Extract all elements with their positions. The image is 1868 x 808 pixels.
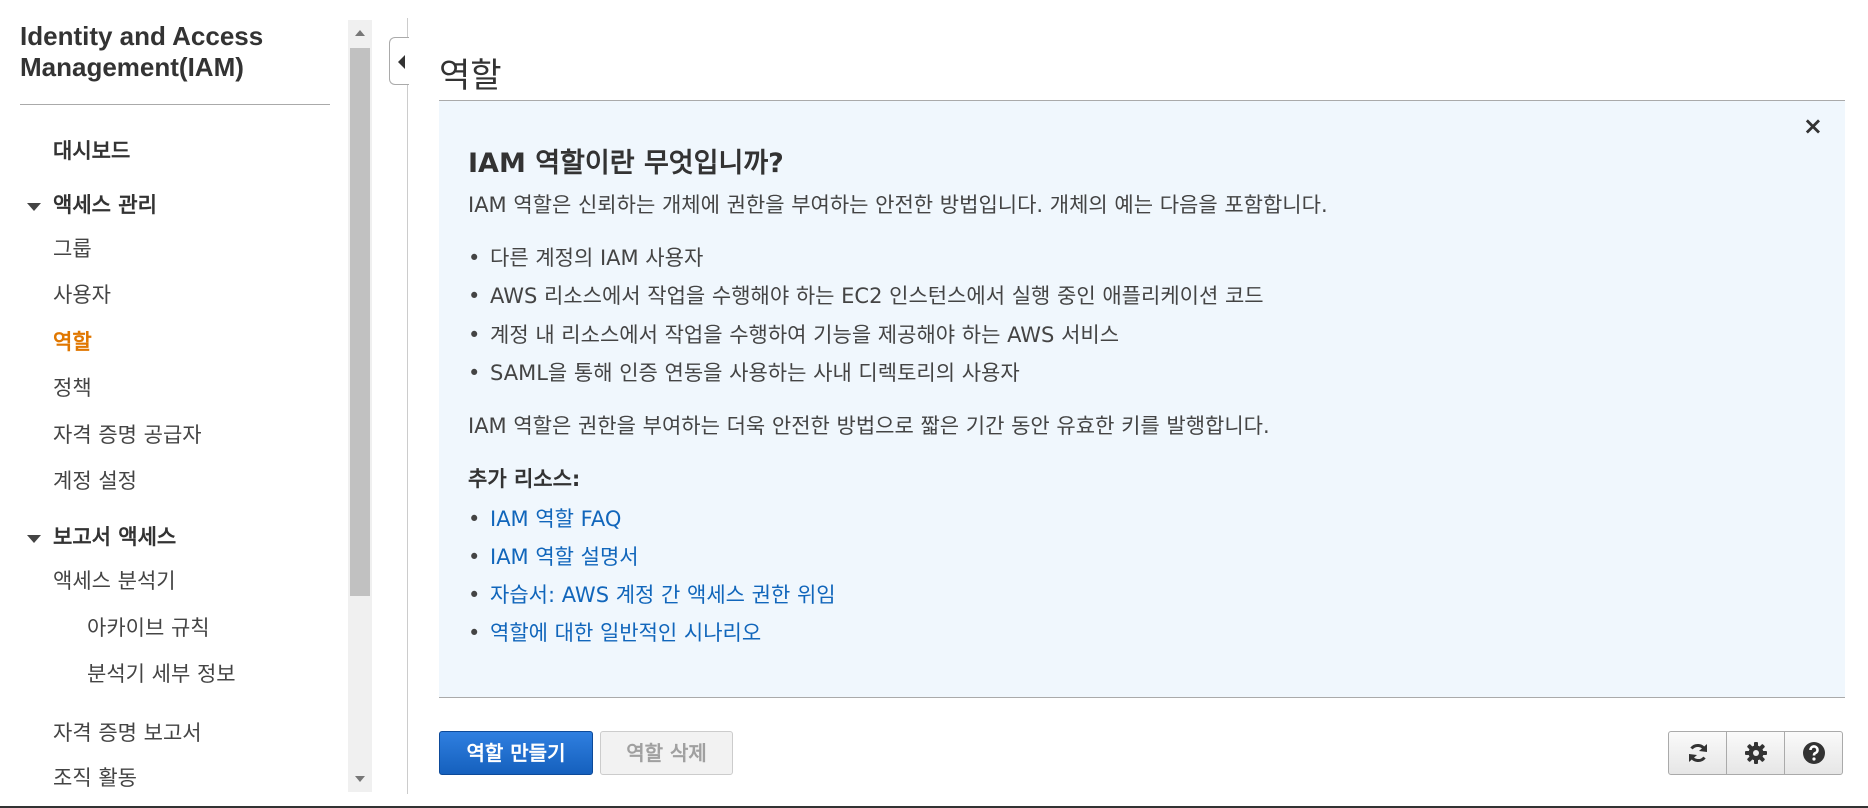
sidebar: Identity and Access Management(IAM) 대시보드… [0, 0, 348, 806]
resources-heading: 추가 리소스: [468, 467, 581, 491]
settings-button[interactable] [1726, 731, 1785, 775]
close-icon[interactable]: × [1803, 113, 1823, 139]
info-intro: IAM 역할은 신뢰하는 개체에 권한을 부여하는 안전한 방법입니다. 개체의… [468, 193, 1328, 217]
sidebar-item-roles[interactable]: 역할 [53, 329, 92, 355]
sidebar-item-credential-report[interactable]: 자격 증명 보고서 [53, 720, 202, 746]
sidebar-item-organization-activity[interactable]: 조직 활동 [53, 765, 137, 791]
info-heading: IAM 역할이란 무엇입니까? [468, 148, 784, 179]
toolbar-icon-buttons [1668, 731, 1843, 775]
collapse-sidebar-button[interactable] [389, 37, 409, 85]
sidebar-item-account-settings[interactable]: 계정 설정 [53, 468, 137, 494]
scroll-up-icon[interactable] [355, 30, 365, 36]
scrollbar-thumb[interactable] [350, 48, 370, 596]
sidebar-divider [20, 104, 330, 105]
list-item: 다른 계정의 IAM 사용자 [468, 242, 703, 272]
list-item: 계정 내 리소스에서 작업을 수행하여 기능을 제공해야 하는 AWS 서비스 [468, 319, 1119, 349]
sidebar-item-dashboard[interactable]: 대시보드 [53, 138, 130, 164]
sidebar-item-users[interactable]: 사용자 [53, 282, 111, 308]
sidebar-section-report-access[interactable]: 보고서 액세스 [53, 524, 176, 550]
list-item: SAML을 통해 인증 연동을 사용하는 사내 디렉토리의 사용자 [468, 357, 1020, 387]
sidebar-item-policies[interactable]: 정책 [53, 375, 92, 401]
delete-role-button: 역할 삭제 [600, 731, 733, 775]
sidebar-section-access-management[interactable]: 액세스 관리 [53, 192, 157, 218]
sidebar-item-identity-providers[interactable]: 자격 증명 공급자 [53, 422, 202, 448]
link-iam-roles-faq[interactable]: IAM 역할 FAQ [468, 503, 621, 533]
sidebar-title[interactable]: Identity and Access Management(IAM) [20, 21, 320, 83]
link-iam-roles-docs[interactable]: IAM 역할 설명서 [468, 541, 639, 571]
page-title: 역할 [439, 56, 502, 96]
scroll-down-icon[interactable] [355, 776, 365, 782]
create-role-button[interactable]: 역할 만들기 [439, 731, 593, 775]
link-cross-account-tutorial[interactable]: 자습서: AWS 계정 간 액세스 권한 위임 [468, 579, 836, 609]
help-icon [1802, 742, 1825, 764]
sidebar-item-access-analyzer[interactable]: 액세스 분석기 [53, 568, 176, 594]
caret-down-icon[interactable] [27, 203, 41, 211]
gear-icon [1744, 742, 1767, 764]
panel-divider [407, 18, 408, 794]
caret-down-icon[interactable] [27, 535, 41, 543]
list-item: AWS 리소스에서 작업을 수행해야 하는 EC2 인스턴스에서 실행 중인 애… [468, 280, 1264, 310]
link-common-scenarios[interactable]: 역할에 대한 일반적인 시나리오 [468, 617, 761, 647]
refresh-icon [1688, 743, 1707, 763]
sidebar-item-analyzer-details[interactable]: 분석기 세부 정보 [87, 661, 236, 687]
sidebar-scrollbar[interactable] [348, 20, 372, 792]
chevron-left-icon [398, 55, 405, 69]
sidebar-item-archive-rules[interactable]: 아카이브 규칙 [87, 615, 210, 641]
refresh-button[interactable] [1668, 731, 1727, 775]
info-panel: × IAM 역할이란 무엇입니까? IAM 역할은 신뢰하는 개체에 권한을 부… [439, 101, 1845, 698]
sidebar-item-groups[interactable]: 그룹 [53, 236, 92, 262]
help-button[interactable] [1784, 731, 1843, 775]
info-note: IAM 역할은 권한을 부여하는 더욱 안전한 방법으로 짧은 기간 동안 유효… [468, 414, 1270, 438]
